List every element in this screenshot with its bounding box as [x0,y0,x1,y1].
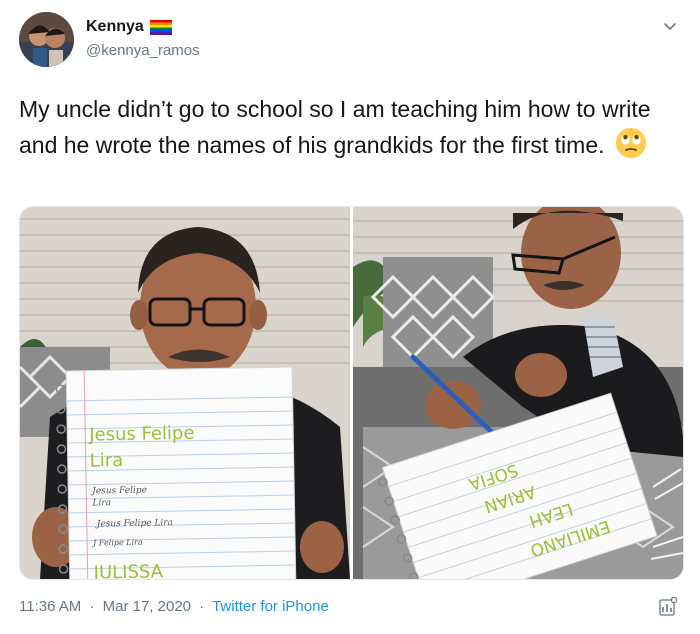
rainbow-flag-icon [149,19,172,35]
notebook-line-5: Jesus Felipe Lira [95,518,173,529]
notebook-line-1: Jesus Felipe [88,423,195,446]
display-name-row: Kennya [86,18,172,36]
separator: · [199,598,205,615]
tweet-metadata: 11:36 AM · Mar 17, 2020 · Twitter for iP… [19,598,329,615]
tweet-time[interactable]: 11:36 AM [19,598,81,615]
chevron-down-icon[interactable] [662,18,678,34]
tweet-date[interactable]: Mar 17, 2020 [103,598,191,615]
notebook-line-6: J Felipe Lira [91,538,143,548]
tweet-card: Kennya @kennya_ramos My uncle didn’t go … [0,0,700,634]
avatar[interactable] [19,12,74,67]
notebook-line-4: Lira [91,498,111,508]
tweet-text-body: My uncle didn’t go to school so I am tea… [19,96,651,158]
photo-uncle-writing[interactable]: EMILIANO LEAH ARIAN SOFIA [353,207,683,579]
media-grid: Jesus Felipe Lira Jesus Felipe Lira Jesu… [19,206,684,580]
analytics-icon[interactable] [658,596,678,617]
separator: · [89,598,95,615]
notebook-line-7: JULISSA [92,561,163,579]
notebook-line-3: Jesus Felipe [90,486,147,497]
source-link[interactable]: Twitter for iPhone [212,598,329,615]
face-with-rolling-eyes-icon [615,127,647,159]
user-handle[interactable]: @kennya_ramos [86,42,200,59]
photo-uncle-holding-notebook[interactable]: Jesus Felipe Lira Jesus Felipe Lira Jesu… [20,207,350,579]
display-name[interactable]: Kennya [86,18,144,36]
notebook-line-2: Lira [90,450,124,472]
tweet-text: My uncle didn’t go to school so I am tea… [19,92,679,163]
